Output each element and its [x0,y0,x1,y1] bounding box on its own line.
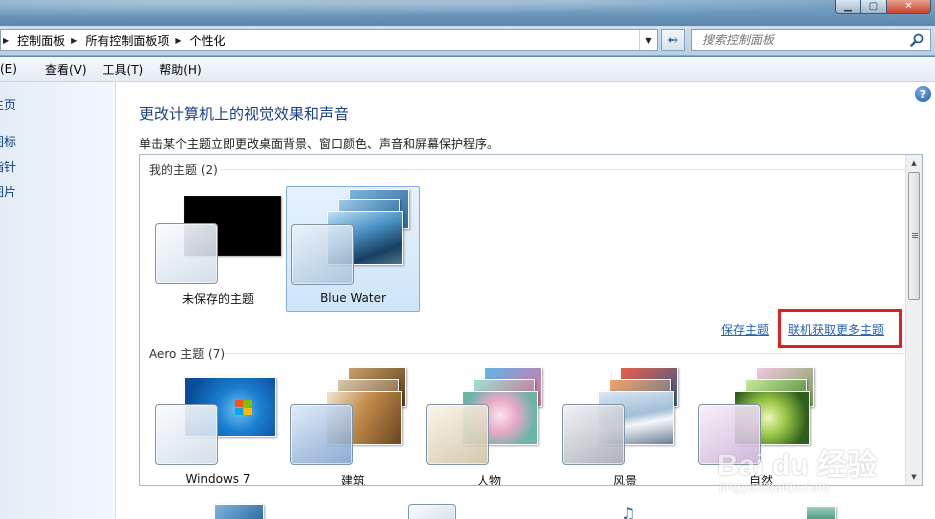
scroll-thumb[interactable] [908,172,920,300]
save-theme-link[interactable]: 保存主题 [721,321,769,338]
address-dropdown-button[interactable]: ▼ [639,30,657,50]
breadcrumb[interactable]: ▶ 控制面板 ▶ 所有控制面板项 ▶ 个性化 ▼ [0,29,658,51]
theme-tile-unsaved[interactable]: 未保存的主题 [151,186,285,312]
theme-label: Blue Water [320,291,386,305]
theme-tile-characters[interactable]: 人物 [422,367,556,486]
menu-bar: (E) 查看(V) 工具(T) 帮助(H) [0,57,935,82]
minimize-icon: ▁ [844,1,852,12]
page-title: 更改计算机上的视觉效果和声音 [139,105,350,123]
help-button[interactable]: ? [915,86,931,102]
theme-label: 风景 [612,474,637,486]
watermark-logo-text: Bai du 经验 [717,449,878,482]
section-divider [220,169,906,170]
search-box[interactable] [691,29,931,51]
theme-tile-architecture[interactable]: 建筑 [286,367,420,486]
theme-gallery: 我的主题 (2) 未保存的主题 Blue Water 保存主题 联机获取更多主题… [139,154,923,486]
breadcrumb-root-arrow[interactable]: ▶ [1,36,17,45]
menu-item-edit[interactable]: (E) [0,62,25,76]
theme-label: 未保存的主题 [181,292,254,306]
breadcrumb-item-personalization[interactable]: 个性化 [190,32,226,49]
scroll-up-button[interactable]: ▲ [906,155,922,171]
window-color-swatch [155,223,218,284]
window-color-swatch [562,404,625,465]
breadcrumb-label: 所有控制面板项 [85,33,170,48]
window-color-swatch [426,404,489,465]
close-icon: ✕ [904,1,913,12]
breadcrumb-label: 控制面板 [17,33,66,48]
left-link-pointers[interactable]: 指针 [0,158,16,175]
breadcrumb-separator-icon[interactable]: ▶ [71,36,77,45]
close-button[interactable]: ✕ [887,0,931,14]
theme-label: Windows 7 [185,472,251,486]
scroll-down-button[interactable]: ▼ [906,469,922,485]
window-controls: ▁ ▢ ✕ [835,0,931,14]
screensaver-thumb[interactable] [806,506,836,519]
chevron-down-icon: ▼ [645,35,652,45]
refresh-button[interactable] [661,29,685,51]
left-link-pictures[interactable]: 图片 [0,183,16,200]
desktop-background-thumb[interactable] [214,504,264,519]
sounds-icon[interactable]: ♫ [621,504,635,519]
theme-tile-blue-water[interactable]: Blue Water [286,186,420,312]
help-icon: ? [919,87,927,101]
left-link-icons[interactable]: 图标 [0,133,16,150]
breadcrumb-item-all-items[interactable]: 所有控制面板项 ▶ [85,32,189,49]
search-input[interactable] [692,33,902,47]
breadcrumb-label: 个性化 [189,33,226,48]
section-divider [224,353,906,354]
my-themes-header: 我的主题 (2) [149,163,218,177]
chevron-up-icon: ▲ [911,159,917,167]
left-link-home[interactable]: 主页 [0,96,16,113]
maximize-icon: ▢ [868,1,879,12]
chevron-down-icon: ▼ [911,473,917,481]
theme-tile-landscapes[interactable]: 风景 [558,367,692,486]
annotation-highlight-box [778,309,902,348]
window-color-swatch [291,224,354,285]
left-nav-pane: 主页 图标 指针 图片 [0,82,116,519]
window-color-thumb[interactable] [408,504,456,519]
grip-line [912,233,918,234]
search-icon[interactable] [910,33,924,47]
theme-label: 建筑 [340,474,365,486]
title-bar-glass [0,0,935,26]
menu-item-tools[interactable]: 工具(T) [95,61,152,78]
grip-line [912,235,918,236]
window-color-swatch [155,404,218,465]
title-bar: ▁ ▢ ✕ [0,0,935,26]
breadcrumb-separator-icon[interactable]: ▶ [175,36,181,45]
maximize-button[interactable]: ▢ [861,0,887,14]
baidu-watermark: Bai du 经验 jingyan.baidu.com [717,440,897,500]
aero-themes-header: Aero 主题 (7) [149,347,226,361]
breadcrumb-item-control-panel[interactable]: 控制面板 ▶ [17,32,85,49]
menu-item-view[interactable]: 查看(V) [37,61,95,78]
menu-item-help[interactable]: 帮助(H) [151,61,209,78]
page-subtitle: 单击某个主题立即更改桌面背景、窗口颜色、声音和屏幕保护程序。 [139,137,500,151]
grip-line [912,237,918,238]
minimize-button[interactable]: ▁ [835,0,861,14]
theme-gallery-scrollbar[interactable]: ▲ ▼ [905,155,922,485]
refresh-icon [668,37,678,43]
address-bar: ▶ 控制面板 ▶ 所有控制面板项 ▶ 个性化 ▼ [0,26,935,56]
watermark-url: jingyan.baidu.com [719,480,830,494]
theme-label: 人物 [476,474,501,486]
theme-tile-windows7[interactable]: Windows 7 [151,367,285,486]
window-color-swatch [290,404,353,465]
